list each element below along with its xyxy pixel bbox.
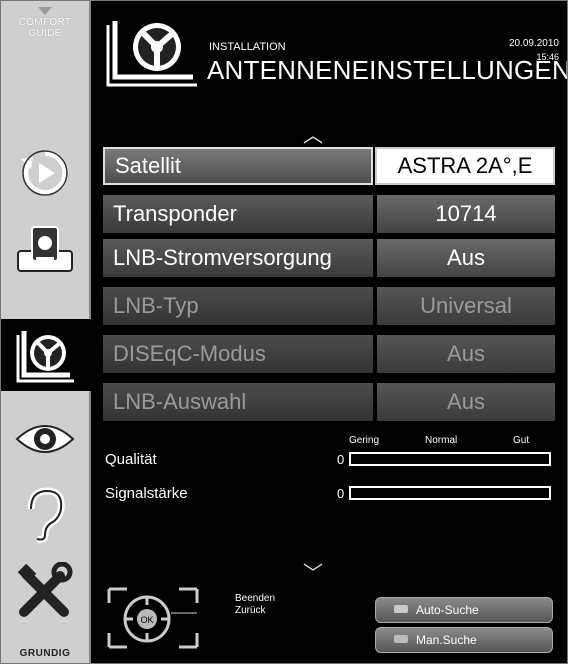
manual-search-button[interactable]: Man.Suche: [375, 627, 553, 653]
setting-value: Universal: [377, 287, 555, 325]
back-hint: Zurück: [235, 605, 266, 616]
setting-label: Satellit: [103, 147, 373, 185]
setting-value[interactable]: ASTRA 2A°,E: [375, 147, 555, 185]
red-key-icon: [394, 605, 408, 613]
setting-row-lnb-stromversorgung[interactable]: LNB-Stromversorgung Aus: [103, 239, 555, 277]
comfort-label-2: GUIDE: [28, 28, 62, 39]
page-title: ANTENNENEINSTELLUNGEN: [207, 55, 568, 85]
setting-label: LNB-Auswahl: [103, 383, 373, 421]
remote-control-icon: OK: [105, 585, 201, 656]
sidebar: COMFORT GUIDE GRUNDIG: [1, 1, 91, 663]
green-key-icon: [394, 635, 408, 643]
scroll-up-icon[interactable]: ︿: [303, 119, 323, 148]
auto-search-label: Auto-Suche: [416, 603, 479, 617]
installation-icon: [105, 15, 201, 94]
setting-row-satellit[interactable]: Satellit ASTRA 2A°,E: [103, 147, 555, 185]
scroll-down-icon[interactable]: ﹀: [303, 557, 323, 586]
exit-hint: Beenden: [235, 593, 276, 604]
scale-low-label: Gering: [349, 435, 380, 446]
source-icon[interactable]: [9, 137, 81, 209]
quality-bar: [349, 452, 551, 466]
setting-label: DISEqC-Modus: [103, 335, 373, 373]
setting-row-transponder[interactable]: Transponder 10714: [103, 195, 555, 233]
scale-high-label: Gut: [513, 435, 530, 446]
setting-value[interactable]: Aus: [377, 239, 555, 277]
svg-text:OK: OK: [140, 615, 153, 625]
quality-value: 0: [337, 452, 345, 467]
signal-strength-label: Signalstärke: [105, 485, 188, 502]
scale-mid-label: Normal: [425, 435, 458, 446]
manual-search-label: Man.Suche: [416, 633, 477, 647]
setting-label: LNB-Typ: [103, 287, 373, 325]
arrow-down-icon: [38, 7, 52, 15]
tv-menu-screen: COMFORT GUIDE GRUNDIG INSTALLATION ANTEN…: [0, 0, 568, 664]
setting-row-lnb-auswahl: LNB-Auswahl Aus: [103, 383, 555, 421]
signal-strength-bar: [349, 486, 551, 500]
comfort-label-1: COMFORT: [18, 17, 72, 28]
date-display: 20.09.2010: [508, 38, 559, 49]
comfort-guide[interactable]: COMFORT GUIDE: [1, 1, 89, 69]
setting-label: Transponder: [103, 195, 373, 233]
setting-row-lnb-typ: LNB-Typ Universal: [103, 287, 555, 325]
grundig-logo: GRUNDIG: [19, 648, 71, 659]
time-display: 15:46: [536, 52, 559, 62]
tools-icon[interactable]: [9, 555, 81, 627]
setting-label: LNB-Stromversorgung: [103, 239, 373, 277]
signal-strength-value: 0: [337, 486, 345, 501]
picture-eye-icon[interactable]: [9, 403, 81, 475]
setting-row-diseqc-modus: DISEqC-Modus Aus: [103, 335, 555, 373]
auto-search-button[interactable]: Auto-Suche: [375, 597, 553, 623]
installation-icon[interactable]: [1, 319, 91, 391]
header-subtitle: INSTALLATION: [209, 41, 286, 53]
setting-value: Aus: [377, 335, 555, 373]
setting-value[interactable]: 10714: [377, 195, 555, 233]
quality-label: Qualität: [105, 451, 157, 468]
setting-value: Aus: [377, 383, 555, 421]
media-icon[interactable]: [9, 213, 81, 285]
sound-ear-icon[interactable]: [9, 479, 81, 551]
